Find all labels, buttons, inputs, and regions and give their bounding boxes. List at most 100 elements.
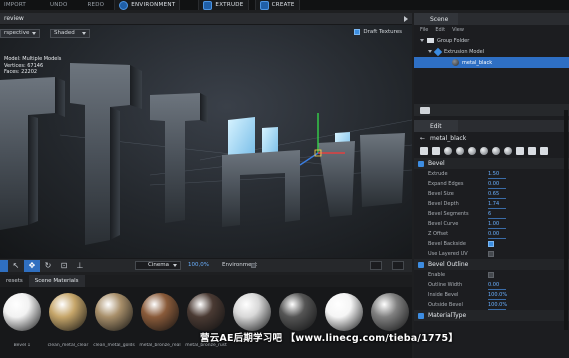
expand-icon[interactable] bbox=[428, 50, 432, 53]
property-value[interactable]: 100.0% bbox=[488, 302, 507, 310]
menu-view[interactable]: View bbox=[452, 27, 464, 33]
fullscreen-icon[interactable] bbox=[392, 261, 404, 270]
material-5-icon[interactable] bbox=[492, 147, 500, 155]
material-swatch[interactable]: Bevel 1 bbox=[0, 293, 44, 353]
undo-button[interactable]: UNDO bbox=[50, 2, 68, 8]
material-1-icon[interactable] bbox=[444, 147, 452, 155]
material-3-icon[interactable] bbox=[468, 147, 476, 155]
tree-item-metal-black[interactable]: metal_black bbox=[414, 57, 569, 68]
extruded-text[interactable] bbox=[0, 63, 405, 245]
edit-material-title: ← metal_black bbox=[414, 132, 569, 144]
menu-edit[interactable]: Edit bbox=[435, 27, 445, 33]
property-row: Enable bbox=[414, 270, 569, 280]
property-value[interactable]: 0.00 bbox=[488, 231, 507, 239]
tab-scene-materials[interactable]: Scene Materials bbox=[28, 275, 85, 287]
property-value[interactable]: 1.00 bbox=[488, 221, 507, 229]
material-swatch[interactable]: metal_bronze_real bbox=[138, 293, 182, 353]
materials-shelf: Bevel 1 clean_metal_clear clean_metal_gold… bbox=[0, 287, 412, 358]
draft-textures-checkbox[interactable] bbox=[354, 29, 361, 35]
property-value[interactable]: 1.74 bbox=[488, 201, 507, 209]
draft-textures-toggle[interactable]: Draft Textures bbox=[354, 29, 402, 35]
property-value[interactable]: 0.00 bbox=[488, 282, 507, 290]
property-label: Bevel Curve bbox=[428, 221, 459, 227]
pointer-tool-icon[interactable]: ↖ bbox=[8, 260, 24, 272]
pivot-tool-icon[interactable]: ⊥ bbox=[72, 260, 88, 272]
camera-mode-dropdown[interactable]: rspective bbox=[0, 29, 40, 38]
bevel-section-title: Bevel bbox=[428, 160, 445, 167]
extrude-icon bbox=[203, 0, 213, 10]
scale-tool-icon[interactable]: ⊡ bbox=[56, 260, 72, 272]
material-4-icon[interactable] bbox=[480, 147, 488, 155]
environment-checkbox[interactable] bbox=[251, 263, 256, 268]
property-checkbox[interactable] bbox=[488, 241, 494, 247]
bevel-icon bbox=[418, 160, 424, 167]
property-row: Bevel Segments 6 bbox=[414, 209, 569, 219]
environment-button[interactable]: ENVIRONMENT bbox=[114, 0, 181, 10]
material-type-icon bbox=[418, 312, 424, 319]
back-arrow-icon[interactable]: ← bbox=[420, 135, 425, 142]
material-swatch[interactable]: metal_bronze_rust bbox=[184, 293, 228, 353]
tree-item-extrusion-model[interactable]: Extrusion Model bbox=[414, 46, 569, 57]
shading-mode-dropdown[interactable]: Shaded bbox=[50, 29, 90, 38]
material-preview bbox=[141, 293, 179, 331]
property-value[interactable]: 0.00 bbox=[488, 181, 507, 189]
property-value[interactable]: 6 bbox=[488, 211, 508, 219]
scene-panel-header: Scene bbox=[414, 13, 569, 25]
more-icon[interactable] bbox=[540, 147, 548, 155]
material-swatch[interactable] bbox=[230, 293, 274, 353]
extrude-button[interactable]: EXTRUDE bbox=[198, 0, 249, 10]
property-row: Inside Bevel 100.0% bbox=[414, 290, 569, 300]
property-label: Outline Width bbox=[428, 282, 463, 288]
select-tool[interactable] bbox=[0, 259, 8, 272]
rotate-tool-icon[interactable]: ↻ bbox=[40, 260, 56, 272]
3d-viewport[interactable]: rspective Shaded Draft Textures Model: M… bbox=[0, 25, 412, 258]
scene-tree-empty-area bbox=[414, 68, 569, 104]
material-swatch[interactable]: clean_metal_golds bbox=[92, 293, 136, 353]
tab-presets[interactable]: resets bbox=[0, 275, 29, 287]
light-icon[interactable] bbox=[528, 147, 536, 155]
new-folder-icon[interactable] bbox=[420, 106, 430, 114]
menu-file[interactable]: File bbox=[420, 27, 428, 33]
settings-icon[interactable] bbox=[504, 147, 512, 155]
zoom-value[interactable]: 100,0% bbox=[188, 262, 209, 268]
import-button[interactable]: IMPORT bbox=[4, 2, 26, 8]
property-checkbox[interactable] bbox=[488, 272, 494, 278]
viewport-title: review bbox=[4, 15, 24, 22]
property-row: Expand Edges 0.00 bbox=[414, 179, 569, 189]
edit-scrollbar[interactable] bbox=[564, 110, 568, 330]
property-row: Extrude 1.50 bbox=[414, 169, 569, 179]
move-tool-icon[interactable]: ✥ bbox=[24, 259, 40, 272]
top-toolbar: IMPORT UNDO REDO ENVIRONMENT EXTRUDE CRE… bbox=[0, 0, 569, 10]
material-swatch[interactable] bbox=[322, 293, 366, 353]
property-value[interactable]: 0.65 bbox=[488, 191, 507, 199]
edit-mode-icons bbox=[414, 144, 569, 158]
edit-panel-header: Edit bbox=[414, 120, 569, 132]
bevel-outline-section-header[interactable]: Bevel Outline bbox=[414, 259, 569, 270]
camera-dropdown[interactable]: Cinema bbox=[135, 261, 181, 270]
materials-tabs: resets Scene Materials bbox=[0, 275, 412, 287]
material-swatch[interactable]: clean_metal_clear bbox=[46, 293, 90, 353]
bevel-mode-icon[interactable] bbox=[432, 147, 440, 155]
tree-item-group-folder[interactable]: Group Folder bbox=[414, 35, 569, 46]
deform-icon[interactable] bbox=[516, 147, 524, 155]
mesh-icon bbox=[433, 47, 443, 56]
tree-item-label: metal_black bbox=[462, 59, 493, 66]
property-row: Bevel Size 0.65 bbox=[414, 189, 569, 199]
expand-icon[interactable] bbox=[420, 39, 424, 42]
material-type-section-header[interactable]: MaterialType bbox=[414, 310, 569, 321]
bevel-section-header[interactable]: Bevel bbox=[414, 158, 569, 169]
material-icon bbox=[452, 59, 459, 66]
viewport-toolbar: ↖ ✥ ↻ ⊡ ⊥ Cinema 100,0% Environment bbox=[0, 258, 412, 272]
material-swatch[interactable] bbox=[368, 293, 412, 353]
render-region-icon[interactable] bbox=[370, 261, 382, 270]
create-button[interactable]: CREATE bbox=[254, 0, 300, 10]
material-swatch[interactable] bbox=[276, 293, 320, 353]
panel-expand-icon[interactable] bbox=[404, 16, 408, 22]
property-value[interactable]: 100.0% bbox=[488, 292, 507, 300]
mesh-mode-icon[interactable] bbox=[420, 147, 428, 155]
property-value[interactable]: 1.50 bbox=[488, 171, 507, 179]
material-2-icon[interactable] bbox=[456, 147, 464, 155]
redo-button[interactable]: REDO bbox=[88, 2, 105, 8]
property-label: Bevel Segments bbox=[428, 211, 469, 217]
property-checkbox[interactable] bbox=[488, 251, 494, 257]
